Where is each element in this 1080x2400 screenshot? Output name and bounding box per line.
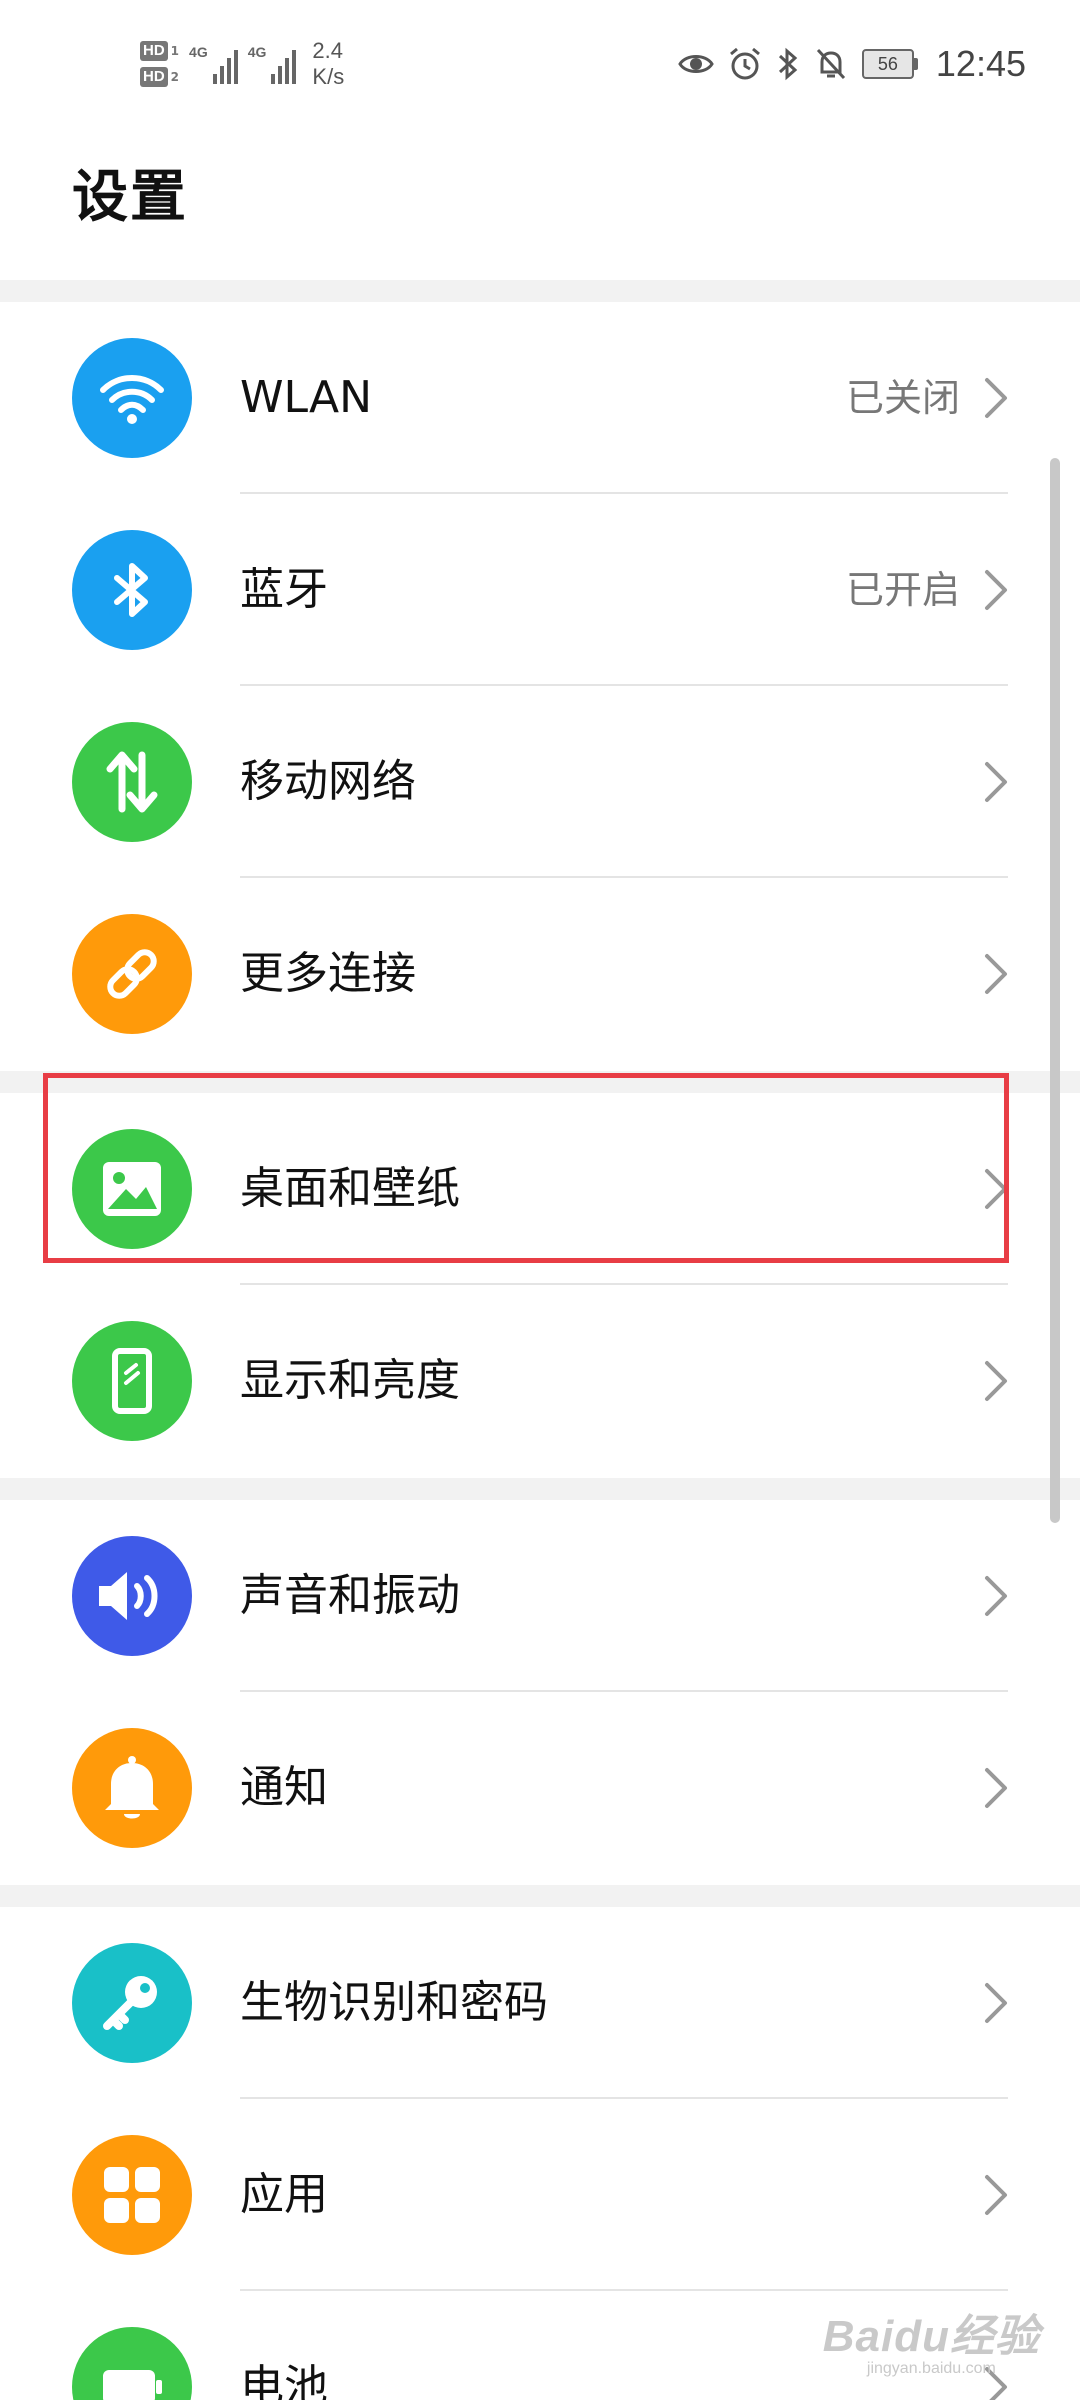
settings-item-label: 显示和亮度 <box>240 1355 460 1406</box>
eye-icon <box>678 55 714 73</box>
settings-item-label: 更多连接 <box>240 948 416 999</box>
network-speed-value: 2.4 <box>312 38 343 63</box>
hd-badge-2: HD 2 <box>140 67 179 87</box>
status-bar: HD 1 HD 2 4G 4G 2.4 K/s 56 12:45 <box>0 0 1080 130</box>
signal-strength-icon: 4G <box>189 44 238 84</box>
settings-item-mobile-network[interactable]: 移动网络 <box>0 686 1080 878</box>
wifi-icon <box>72 338 192 458</box>
speaker-icon <box>72 1536 192 1656</box>
hd-indicators: HD 1 HD 2 <box>140 41 179 87</box>
battery-icon: 56 <box>861 49 918 79</box>
chevron-right-icon <box>985 762 1007 802</box>
phone-display-icon <box>72 1321 192 1441</box>
baidu-watermark: Baidu经验 jingyan.baidu.com <box>823 2300 1040 2378</box>
chevron-right-icon <box>985 2175 1007 2215</box>
settings-item-label: 通知 <box>240 1762 328 1813</box>
chevron-right-icon <box>985 378 1007 418</box>
settings-item-wlan[interactable]: WLAN 已关闭 <box>0 302 1080 494</box>
settings-item-sound-vibration[interactable]: 声音和振动 <box>0 1500 1080 1692</box>
alarm-icon <box>729 47 760 80</box>
network-speed: 2.4 K/s <box>312 38 344 90</box>
battery-icon <box>72 2327 192 2400</box>
settings-item-notifications[interactable]: 通知 <box>0 1692 1080 1884</box>
bluetooth-icon <box>778 47 798 81</box>
watermark-logo: Baidu经验 <box>822 2312 1040 2361</box>
status-time: 12:45 <box>935 43 1026 84</box>
settings-item-label: 蓝牙 <box>240 564 328 615</box>
status-bar-right: 56 12:45 <box>678 34 1026 94</box>
settings-item-label: 生物识别和密码 <box>240 1977 548 2028</box>
settings-item-biometrics-password[interactable]: 生物识别和密码 <box>0 1907 1080 2099</box>
scrollbar[interactable] <box>1050 458 1060 1523</box>
key-icon <box>72 1943 192 2063</box>
hd-index: 1 <box>170 44 180 58</box>
section-divider <box>0 280 1080 302</box>
settings-item-label: 桌面和壁纸 <box>240 1163 460 1214</box>
settings-item-home-wallpaper[interactable]: 桌面和壁纸 <box>0 1093 1080 1285</box>
settings-item-label: WLAN <box>240 372 373 423</box>
bluetooth-icon <box>72 530 192 650</box>
bell-off-icon <box>816 48 846 80</box>
section-divider <box>0 1885 1080 1907</box>
network-type: 4G <box>189 44 208 60</box>
settings-item-bluetooth[interactable]: 蓝牙 已开启 <box>0 494 1080 686</box>
section-divider <box>0 1071 1080 1093</box>
hd-label: HD <box>140 41 168 61</box>
page-title: 设置 <box>72 165 188 230</box>
chevron-right-icon <box>985 1983 1007 2023</box>
data-arrows-icon <box>72 722 192 842</box>
apps-grid-icon <box>72 2135 192 2255</box>
settings-item-label: 电池 <box>240 2361 328 2400</box>
settings-item-status: 已关闭 <box>845 376 960 420</box>
settings-item-display-brightness[interactable]: 显示和亮度 <box>0 1285 1080 1477</box>
settings-item-more-connections[interactable]: 更多连接 <box>0 878 1080 1070</box>
network-type: 4G <box>247 44 267 60</box>
link-icon <box>72 914 192 1034</box>
chevron-right-icon <box>985 1361 1007 1401</box>
settings-item-label: 声音和振动 <box>240 1570 460 1621</box>
hd-index: 2 <box>170 70 180 84</box>
status-bar-left: HD 1 HD 2 4G 4G 2.4 K/s <box>140 34 344 94</box>
settings-item-apps[interactable]: 应用 <box>0 2099 1080 2291</box>
section-divider <box>0 1478 1080 1500</box>
chevron-right-icon <box>985 954 1007 994</box>
signal-strength-icon: 4G <box>248 44 297 84</box>
hd-badge-1: HD 1 <box>140 41 179 61</box>
image-icon <box>72 1129 192 1249</box>
network-speed-unit: K/s <box>312 64 345 89</box>
chevron-right-icon <box>985 1576 1007 1616</box>
settings-item-status: 已开启 <box>845 568 960 612</box>
chevron-right-icon <box>985 1768 1007 1808</box>
chevron-right-icon <box>985 1169 1007 1209</box>
settings-item-label: 移动网络 <box>240 756 416 807</box>
battery-level: 56 <box>861 49 914 79</box>
settings-item-label: 应用 <box>240 2169 328 2220</box>
bell-icon <box>72 1728 192 1848</box>
hd-label: HD <box>140 67 168 87</box>
chevron-right-icon <box>985 570 1007 610</box>
